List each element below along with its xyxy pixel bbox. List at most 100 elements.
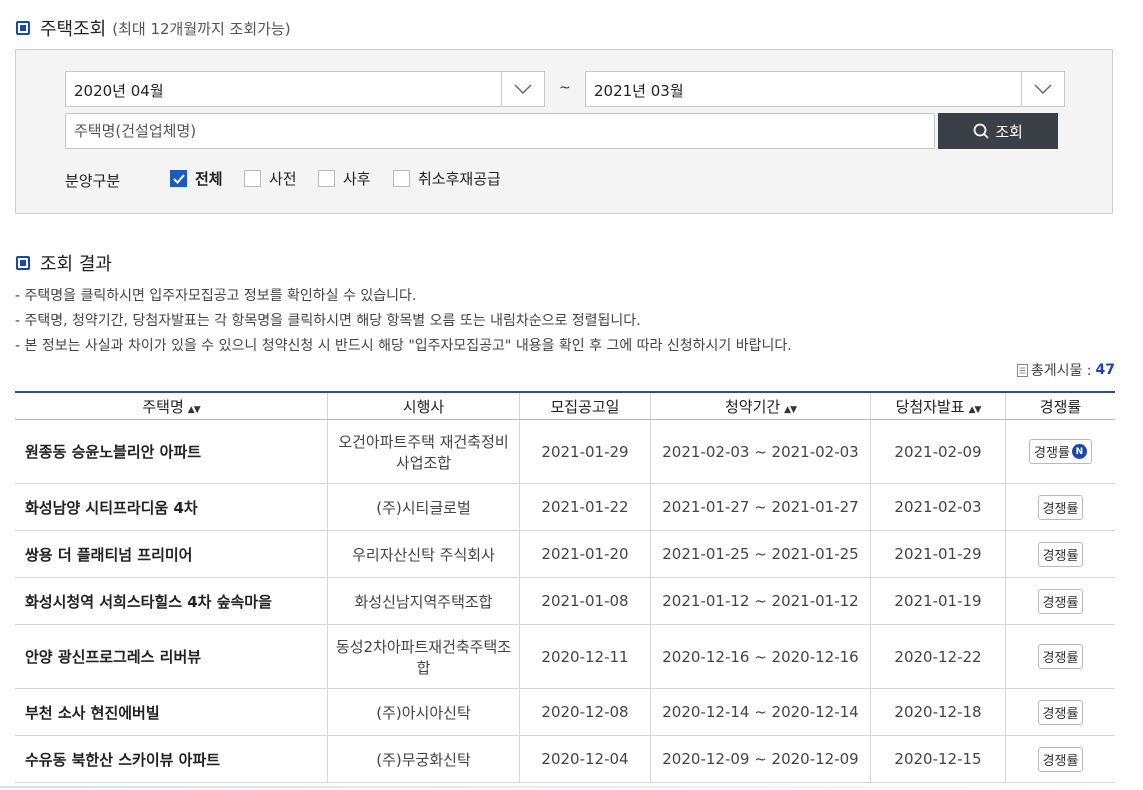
filter-all-checkbox[interactable]: 전체	[170, 168, 223, 189]
search-button[interactable]: 조회	[938, 113, 1058, 149]
table-row: 쌍용 더 플래티넘 프리미어 우리자산신탁 주식회사 2021-01-20 2021-…	[15, 530, 1115, 578]
housing-name-link[interactable]: 쌍용 더 플래티넘 프리미어	[15, 530, 328, 578]
start-month-select[interactable]: 2020년 04월	[65, 71, 545, 107]
filter-resupply-checkbox[interactable]: 취소후재공급	[393, 168, 501, 189]
notice-date-cell: 2021-01-08	[519, 577, 651, 625]
competition-rate-label: 경쟁률	[1042, 595, 1079, 611]
table-header-row: 주택명 ▲▼ 시행사 모집공고일 청약기간 ▲▼ 당첨자발표 ▲▼ 경쟁률	[15, 391, 1115, 420]
header-notice-date: 모집공고일	[519, 391, 651, 420]
competition-rate-label: 경쟁률	[1034, 446, 1070, 461]
notice-list: - 주택명을 클릭하시면 입주자모집공고 정보를 확인하실 수 있습니다. - …	[15, 284, 792, 359]
section-title-housing-search: 주택조회 (최대 12개월까지 조회가능)	[16, 15, 291, 41]
page-title: 주택조회	[40, 19, 107, 40]
housing-name-link[interactable]: 화성시청역 서희스타힐스 4차 숲속마을	[15, 577, 328, 625]
filter-resupply-label: 취소후재공급	[418, 170, 501, 188]
developer-cell: (주)시티글로벌	[327, 483, 520, 531]
developer-cell: 동성2차아파트재건축주택조합	[327, 624, 520, 689]
competition-rate-button[interactable]: 경쟁률	[1037, 699, 1084, 725]
housing-name-link[interactable]: 원종동 승윤노블리안 아파트	[15, 419, 328, 484]
winner-announce-cell: 2020-12-22	[870, 624, 1006, 689]
notice-date-cell: 2021-01-20	[519, 530, 651, 578]
document-icon	[1016, 363, 1028, 377]
filter-post-checkbox[interactable]: 사후	[318, 168, 371, 189]
competition-rate-button[interactable]: 경쟁률 N	[1029, 439, 1092, 464]
total-number: 47	[1095, 362, 1115, 378]
housing-name-link[interactable]: 안양 광신프로그레스 리버뷰	[15, 624, 328, 689]
notice-date-cell: 2020-12-11	[519, 624, 651, 689]
competition-rate-button[interactable]: 경쟁률	[1037, 588, 1084, 614]
competition-rate-label: 경쟁률	[1042, 753, 1079, 769]
notice-item: - 주택명을 클릭하시면 입주자모집공고 정보를 확인하실 수 있습니다.	[15, 288, 417, 304]
developer-cell: (주)무궁화신탁	[327, 735, 520, 783]
checkbox-checked-icon	[170, 170, 187, 187]
header-competition-rate: 경쟁률	[1005, 391, 1115, 420]
notice-date-cell: 2021-01-22	[519, 483, 651, 531]
section-square-icon	[16, 21, 30, 35]
winner-announce-cell: 2021-02-09	[870, 419, 1006, 484]
end-month-select[interactable]: 2021년 03월	[585, 71, 1065, 107]
results-table: 주택명 ▲▼ 시행사 모집공고일 청약기간 ▲▼ 당첨자발표 ▲▼ 경쟁률 원종동 승…	[15, 391, 1115, 783]
table-row: 화성남양 시티프라디움 4차 (주)시티글로벌 2021-01-22 2021-01-…	[15, 483, 1115, 531]
supply-type-label: 분양구분	[65, 172, 121, 190]
header-label: 청약기간	[724, 397, 781, 416]
winner-announce-cell: 2020-12-18	[870, 688, 1006, 736]
competition-rate-label: 경쟁률	[1042, 651, 1079, 666]
subscription-period-cell: 2020-12-16 ~ 2020-12-16	[650, 624, 871, 689]
range-separator: ~	[559, 80, 571, 96]
competition-rate-cell: 경쟁률 N	[1005, 419, 1115, 484]
notice-date-cell: 2020-12-04	[519, 735, 651, 783]
search-icon	[973, 123, 989, 139]
competition-rate-button[interactable]: 경쟁률	[1037, 494, 1084, 520]
subscription-period-cell: 2020-12-09 ~ 2020-12-09	[650, 735, 871, 783]
header-developer: 시행사	[327, 391, 520, 420]
competition-rate-label: 경쟁률	[1042, 706, 1079, 722]
competition-rate-button[interactable]: 경쟁률	[1037, 541, 1084, 567]
competition-rate-label: 경쟁률	[1042, 548, 1079, 564]
subscription-period-cell: 2021-01-12 ~ 2021-01-12	[650, 577, 871, 625]
sort-icon: ▲▼	[968, 404, 982, 415]
page-subtitle: (최대 12개월까지 조회가능)	[112, 19, 291, 38]
competition-rate-cell: 경쟁률	[1005, 577, 1115, 625]
housing-name-input[interactable]	[65, 113, 935, 149]
checkbox-icon	[393, 170, 410, 187]
competition-rate-button[interactable]: 경쟁률	[1037, 746, 1084, 772]
winner-announce-cell: 2021-01-29	[870, 530, 1006, 578]
section-square-icon	[16, 256, 30, 270]
header-housing-name[interactable]: 주택명 ▲▼	[15, 391, 328, 420]
notice-date-cell: 2021-01-29	[519, 419, 651, 484]
filter-pre-checkbox[interactable]: 사전	[244, 168, 297, 189]
competition-rate-button[interactable]: 경쟁률	[1037, 644, 1084, 669]
competition-rate-cell: 경쟁률	[1005, 483, 1115, 531]
housing-name-link[interactable]: 화성남양 시티프라디움 4차	[15, 483, 328, 531]
results-title: 조회 결과	[40, 254, 112, 275]
competition-rate-cell: 경쟁률	[1005, 624, 1115, 689]
filter-all-label: 전체	[195, 170, 223, 188]
housing-name-link[interactable]: 부천 소사 현진에버빌	[15, 688, 328, 736]
end-month-value: 2021년 03월	[594, 82, 684, 100]
housing-name-link[interactable]: 수유동 북한산 스카이뷰 아파트	[15, 735, 328, 783]
winner-announce-cell: 2020-12-15	[870, 735, 1006, 783]
checkbox-icon	[318, 170, 335, 187]
competition-rate-cell: 경쟁률	[1005, 688, 1115, 736]
total-count: 총게시물 : 47	[1016, 360, 1115, 380]
developer-cell: 화성신남지역주택조합	[327, 577, 520, 625]
table-row: 수유동 북한산 스카이뷰 아파트 (주)무궁화신탁 2020-12-04 2020-1…	[15, 735, 1115, 783]
table-row: 부천 소사 현진에버빌 (주)아시아신탁 2020-12-08 2020-12-14 …	[15, 688, 1115, 736]
header-label: 주택명	[142, 397, 184, 416]
section-title-results: 조회 결과	[16, 250, 112, 276]
header-subscription-period[interactable]: 청약기간 ▲▼	[650, 391, 871, 420]
header-label: 경쟁률	[1039, 397, 1082, 416]
sort-icon: ▲▼	[187, 404, 201, 415]
notice-date-cell: 2020-12-08	[519, 688, 651, 736]
search-button-label: 조회	[995, 122, 1023, 141]
checkbox-icon	[244, 170, 261, 187]
header-label: 당첨자발표	[895, 397, 965, 416]
header-winner-announce[interactable]: 당첨자발표 ▲▼	[870, 391, 1006, 420]
notice-item: - 주택명, 청약기간, 당첨자발표는 각 항목명을 클릭하시면 해당 항목별 …	[15, 313, 641, 329]
scroll-edge	[0, 786, 1143, 788]
filter-post-label: 사후	[343, 170, 371, 188]
new-badge: N	[1071, 444, 1087, 459]
subscription-period-cell: 2021-02-03 ~ 2021-02-03	[650, 419, 871, 484]
header-label: 모집공고일	[550, 397, 620, 416]
competition-rate-label: 경쟁률	[1042, 501, 1079, 517]
